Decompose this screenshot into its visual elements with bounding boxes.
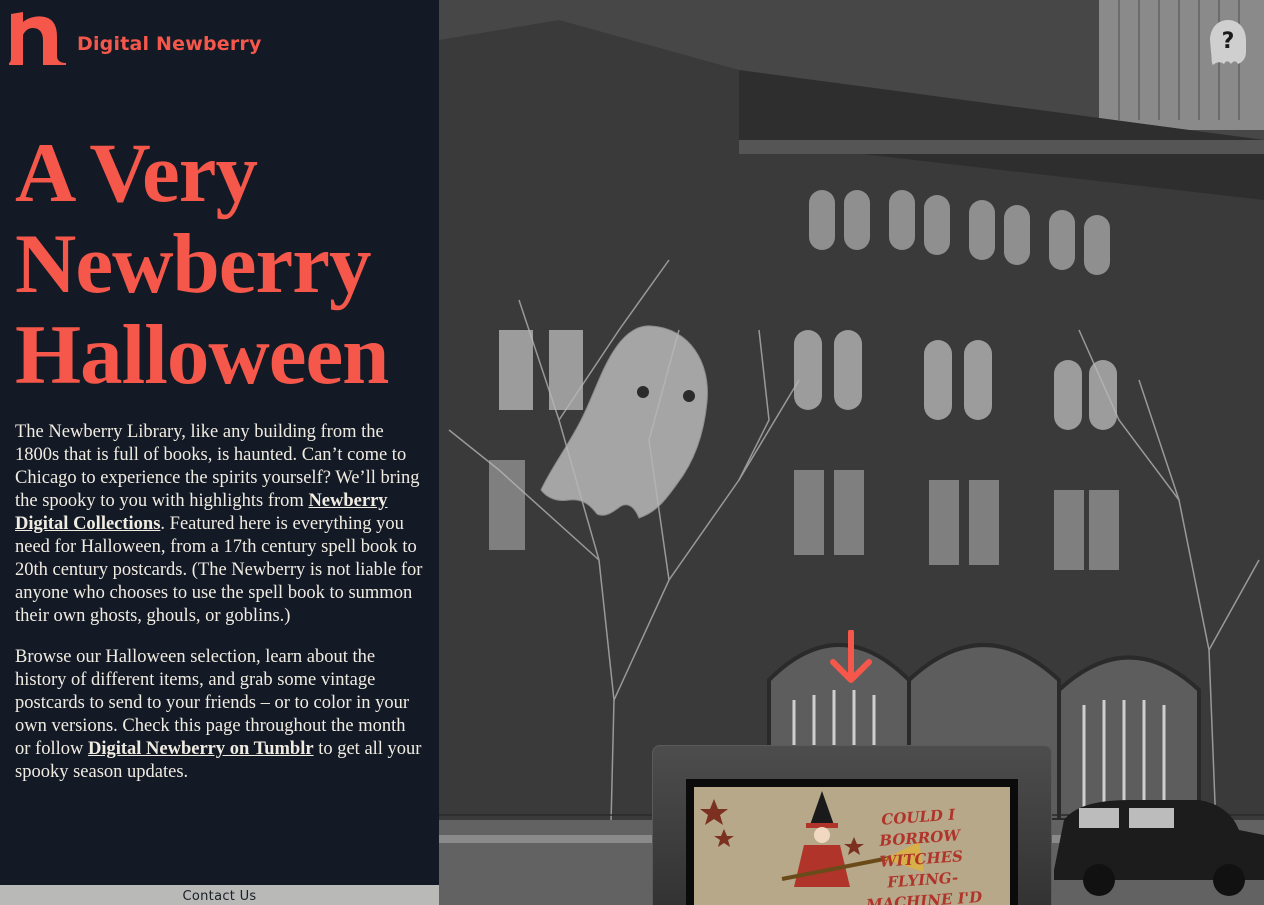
newberry-n-logo xyxy=(9,12,66,65)
postcard-card[interactable]: COULD I BORROW WITCHES FLYING-MACHINE I'… xyxy=(652,745,1052,905)
library-building-photo: ? COULD I BORROW WITCHES FLYING-MACHINE … xyxy=(439,0,1264,905)
postcard-image-frame: COULD I BORROW WITCHES FLYING-MACHINE I'… xyxy=(686,779,1018,905)
intro-paragraph-1: The Newberry Library, like any building … xyxy=(15,421,425,628)
ghost-icon xyxy=(540,325,708,519)
page-title: A Very Newberry Halloween xyxy=(15,128,435,401)
title-line-3: Halloween xyxy=(15,308,389,402)
ghost-left-eye xyxy=(637,386,649,398)
brand-logo-link[interactable]: Digital Newberry xyxy=(9,10,262,65)
footer-bar: Contact Us xyxy=(0,885,439,905)
help-ghost-icon[interactable]: ? xyxy=(1208,18,1248,66)
intro-text: The Newberry Library, like any building … xyxy=(15,421,425,802)
witch-postcard-image: COULD I BORROW WITCHES FLYING-MACHINE I'… xyxy=(694,787,1010,905)
title-line-2: Newberry xyxy=(15,217,371,311)
tumblr-link[interactable]: Digital Newberry on Tumblr xyxy=(88,739,314,759)
postcard-caption: COULD I BORROW WITCHES FLYING-MACHINE I'… xyxy=(865,805,983,905)
brand-name: Digital Newberry xyxy=(77,32,262,55)
contact-us-link[interactable]: Contact Us xyxy=(183,889,257,904)
intro-paragraph-2: Browse our Halloween selection, learn ab… xyxy=(15,646,425,784)
help-glyph: ? xyxy=(1222,29,1235,54)
title-line-1: A Very xyxy=(15,126,258,220)
sidebar: Digital Newberry A Very Newberry Hallowe… xyxy=(0,0,439,905)
arrow-down-icon[interactable] xyxy=(829,630,873,686)
ghost-right-eye xyxy=(683,390,695,402)
